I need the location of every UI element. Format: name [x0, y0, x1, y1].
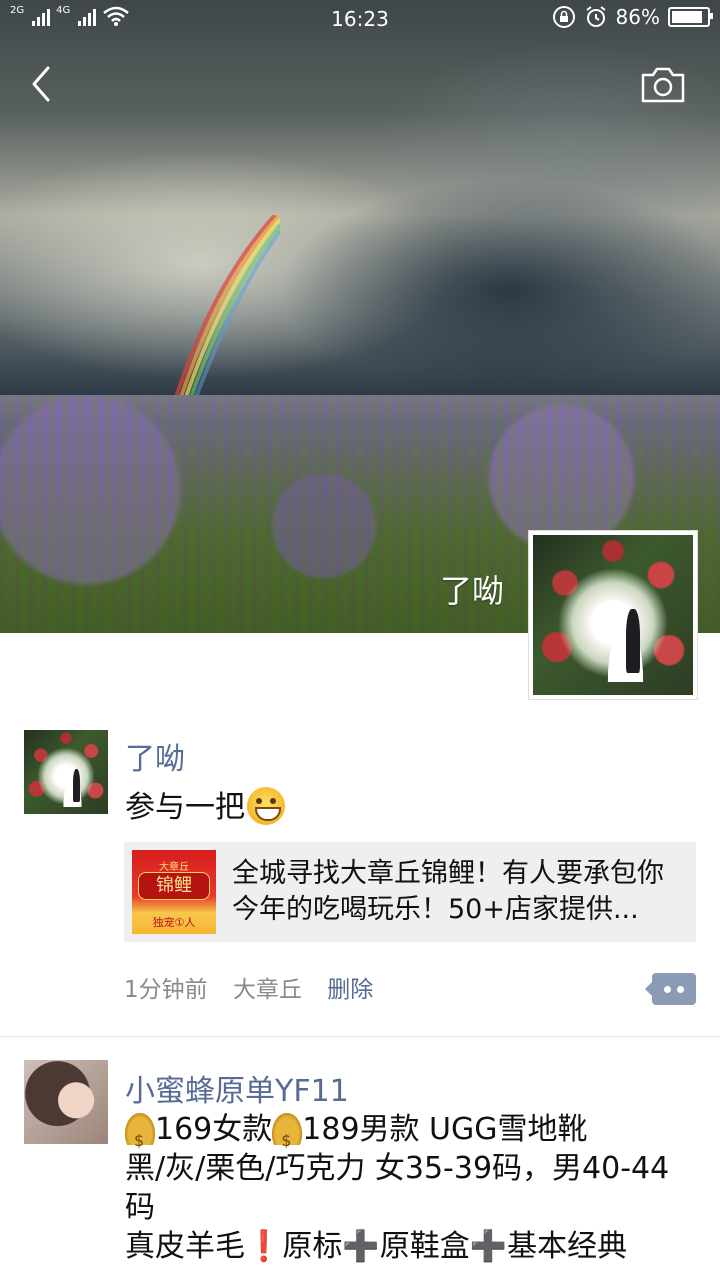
rotation-lock-icon: [552, 6, 575, 28]
grinning-face-emoji-icon: [247, 787, 285, 825]
money-bag-icon: [272, 1113, 303, 1160]
shared-link-card[interactable]: 大章丘 锦鲤 独宠①人 全城寻找大章丘锦鲤！有人要承包你今年的吃喝玩乐！50+店…: [124, 842, 696, 942]
post-text-line: 真皮羊毛: [125, 1229, 245, 1264]
post-text-line: 黑/灰/栗色/巧克力 女35-39码，男40-44码: [125, 1151, 670, 1225]
status-bar: 2G 4G 16:23 86%: [0, 0, 720, 36]
post-text-line: 169女款: [155, 1112, 273, 1147]
battery-icon: [668, 7, 713, 27]
thumb-bottom-text: 独宠①人: [152, 916, 196, 929]
cover-storm: [280, 180, 720, 400]
plus-icon: ➕: [342, 1229, 380, 1264]
thumb-top-text: 大章丘: [159, 862, 189, 873]
battery-percent: 86%: [615, 5, 660, 29]
comment-more-icon[interactable]: [645, 973, 696, 1005]
profile-name[interactable]: 了呦: [440, 566, 504, 612]
post-avatar[interactable]: [24, 1060, 108, 1144]
exclamation-icon: ❗: [245, 1229, 283, 1264]
back-icon[interactable]: [26, 64, 66, 104]
post-text-line: 基本经典: [507, 1229, 628, 1264]
post-text-line: 189男款 UGG雪地靴: [302, 1112, 588, 1147]
camera-icon[interactable]: [640, 66, 686, 104]
thumb-main-text: 锦鲤: [138, 872, 210, 900]
post-author[interactable]: 小蜜蜂原单YF11: [125, 1066, 349, 1110]
post-time: 1分钟前: [124, 977, 208, 1003]
post-text-content: 参与一把: [125, 790, 245, 825]
post-avatar[interactable]: [24, 730, 108, 814]
post-meta: 1分钟前 大章丘 删除: [124, 970, 391, 1004]
post-location[interactable]: 大章丘: [233, 977, 302, 1003]
plus-icon: ➕: [469, 1229, 508, 1264]
post-text-line: 原标: [282, 1229, 343, 1264]
avatar-image: [533, 535, 693, 695]
post-text: 参与一把: [125, 782, 285, 826]
share-title: 全城寻找大章丘锦鲤！有人要承包你今年的吃喝玩乐！50+店家提供...: [232, 858, 664, 925]
rainbow: [173, 215, 280, 400]
divider: [0, 1036, 720, 1037]
post-author[interactable]: 了呦: [125, 734, 185, 778]
money-bag-icon: [125, 1113, 155, 1160]
delete-button[interactable]: 删除: [327, 977, 373, 1003]
share-thumbnail: 大章丘 锦鲤 独宠①人: [132, 850, 216, 934]
post-text: 169女款 189男款 UGG雪地靴 黑/灰/栗色/巧克力 女35-39码，男40…: [125, 1110, 685, 1266]
profile-avatar[interactable]: [528, 530, 698, 700]
alarm-icon: [585, 6, 606, 27]
post-text-line: 原鞋盒: [379, 1229, 470, 1264]
